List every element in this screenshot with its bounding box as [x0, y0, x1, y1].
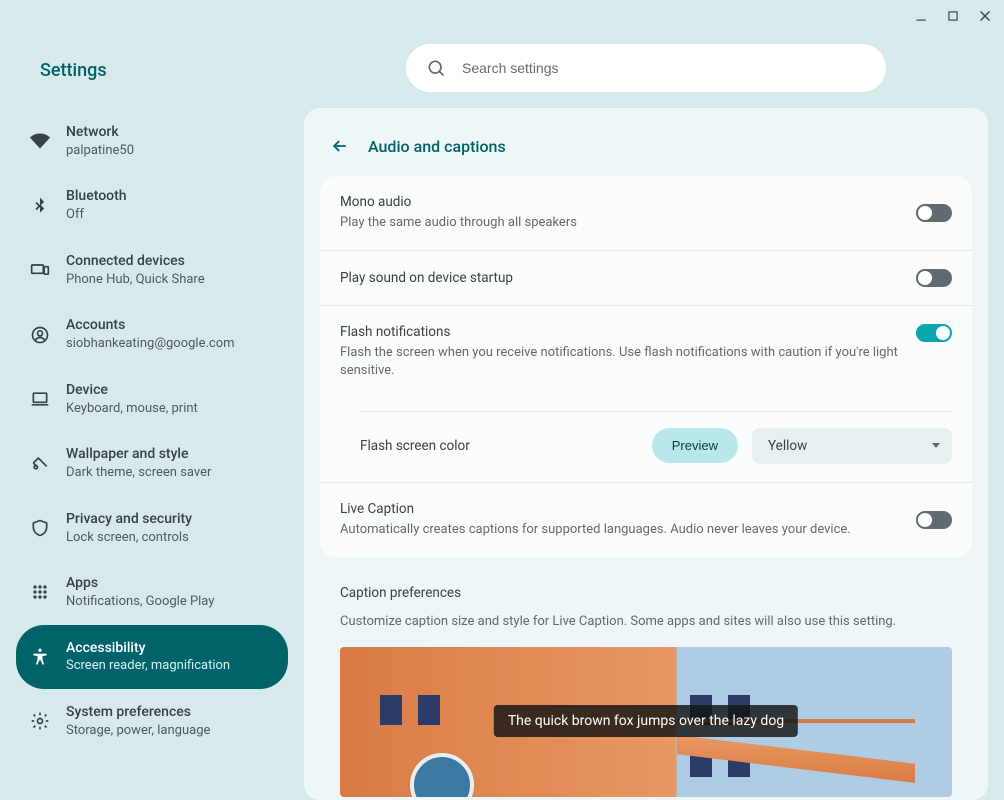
row-desc: Play the same audio through all speakers: [340, 214, 900, 232]
palette-icon: [30, 453, 50, 473]
row-title: Live Caption: [340, 501, 900, 517]
caption-preferences-desc: Customize caption size and style for Liv…: [320, 607, 972, 647]
apps-grid-icon: [30, 582, 50, 602]
toggle-mono-audio[interactable]: [916, 204, 952, 222]
caption-sample-text: The quick brown fox jumps over the lazy …: [494, 705, 798, 737]
toggle-live-caption[interactable]: [916, 511, 952, 529]
row-title: Flash notifications: [340, 324, 900, 340]
sidebar-item-device[interactable]: DeviceKeyboard, mouse, print: [16, 367, 288, 431]
devices-icon: [30, 260, 50, 280]
settings-card: Mono audio Play the same audio through a…: [320, 176, 972, 557]
wifi-icon: [30, 131, 50, 151]
row-desc: Automatically creates captions for suppo…: [340, 521, 900, 539]
chevron-down-icon: [932, 443, 940, 448]
row-startup-sound[interactable]: Play sound on device startup: [320, 251, 972, 306]
shield-icon: [30, 518, 50, 538]
app-title: Settings: [16, 32, 288, 109]
window-close-button[interactable]: [978, 9, 992, 23]
row-mono-audio[interactable]: Mono audio Play the same audio through a…: [320, 176, 972, 251]
search-box[interactable]: [406, 44, 886, 92]
sidebar-item-privacy[interactable]: Privacy and securityLock screen, control…: [16, 496, 288, 560]
sidebar-nav: Networkpalpatine50 BluetoothOff Connecte…: [16, 109, 288, 753]
caption-preferences-heading: Caption preferences: [320, 557, 972, 607]
nav-sub: palpatine50: [66, 142, 134, 160]
sidebar-item-accessibility[interactable]: AccessibilityScreen reader, magnificatio…: [16, 625, 288, 689]
window-titlebar: [0, 0, 1004, 32]
page-title: Audio and captions: [368, 137, 506, 156]
account-icon: [30, 325, 50, 345]
flash-color-select[interactable]: Yellow: [752, 428, 952, 464]
row-flash-notifications: Flash notifications Flash the screen whe…: [320, 306, 972, 482]
flash-color-value: Yellow: [768, 438, 807, 454]
toggle-startup-sound[interactable]: [916, 269, 952, 287]
back-button[interactable]: [328, 134, 352, 158]
sidebar-item-bluetooth[interactable]: BluetoothOff: [16, 173, 288, 237]
bluetooth-icon: [30, 196, 50, 216]
sidebar-item-system[interactable]: System preferencesStorage, power, langua…: [16, 689, 288, 753]
row-title: Play sound on device startup: [340, 270, 900, 286]
caption-preview: The quick brown fox jumps over the lazy …: [340, 647, 952, 797]
nav-label: Network: [66, 123, 134, 142]
sidebar-item-apps[interactable]: AppsNotifications, Google Play: [16, 560, 288, 624]
sidebar-item-network[interactable]: Networkpalpatine50: [16, 109, 288, 173]
row-title: Mono audio: [340, 194, 900, 210]
flash-color-label: Flash screen color: [360, 438, 638, 454]
search-input[interactable]: [462, 60, 878, 76]
laptop-icon: [30, 389, 50, 409]
subrow-flash-color: Flash screen color Preview Yellow: [360, 411, 952, 464]
window-maximize-button[interactable]: [946, 9, 960, 23]
gear-icon: [30, 711, 50, 731]
row-live-caption[interactable]: Live Caption Automatically creates capti…: [320, 483, 972, 557]
sidebar-item-connected-devices[interactable]: Connected devicesPhone Hub, Quick Share: [16, 238, 288, 302]
window-minimize-button[interactable]: [914, 9, 928, 23]
flash-preview-button[interactable]: Preview: [652, 428, 738, 463]
settings-panel: Audio and captions Mono audio Play the s…: [304, 108, 988, 800]
toggle-flash-notifications[interactable]: [916, 324, 952, 342]
row-desc: Flash the screen when you receive notifi…: [340, 344, 900, 380]
accessibility-icon: [30, 647, 50, 667]
sidebar-item-accounts[interactable]: Accountssiobhankeating@google.com: [16, 302, 288, 366]
sidebar-item-wallpaper[interactable]: Wallpaper and styleDark theme, screen sa…: [16, 431, 288, 495]
search-icon: [426, 58, 446, 78]
